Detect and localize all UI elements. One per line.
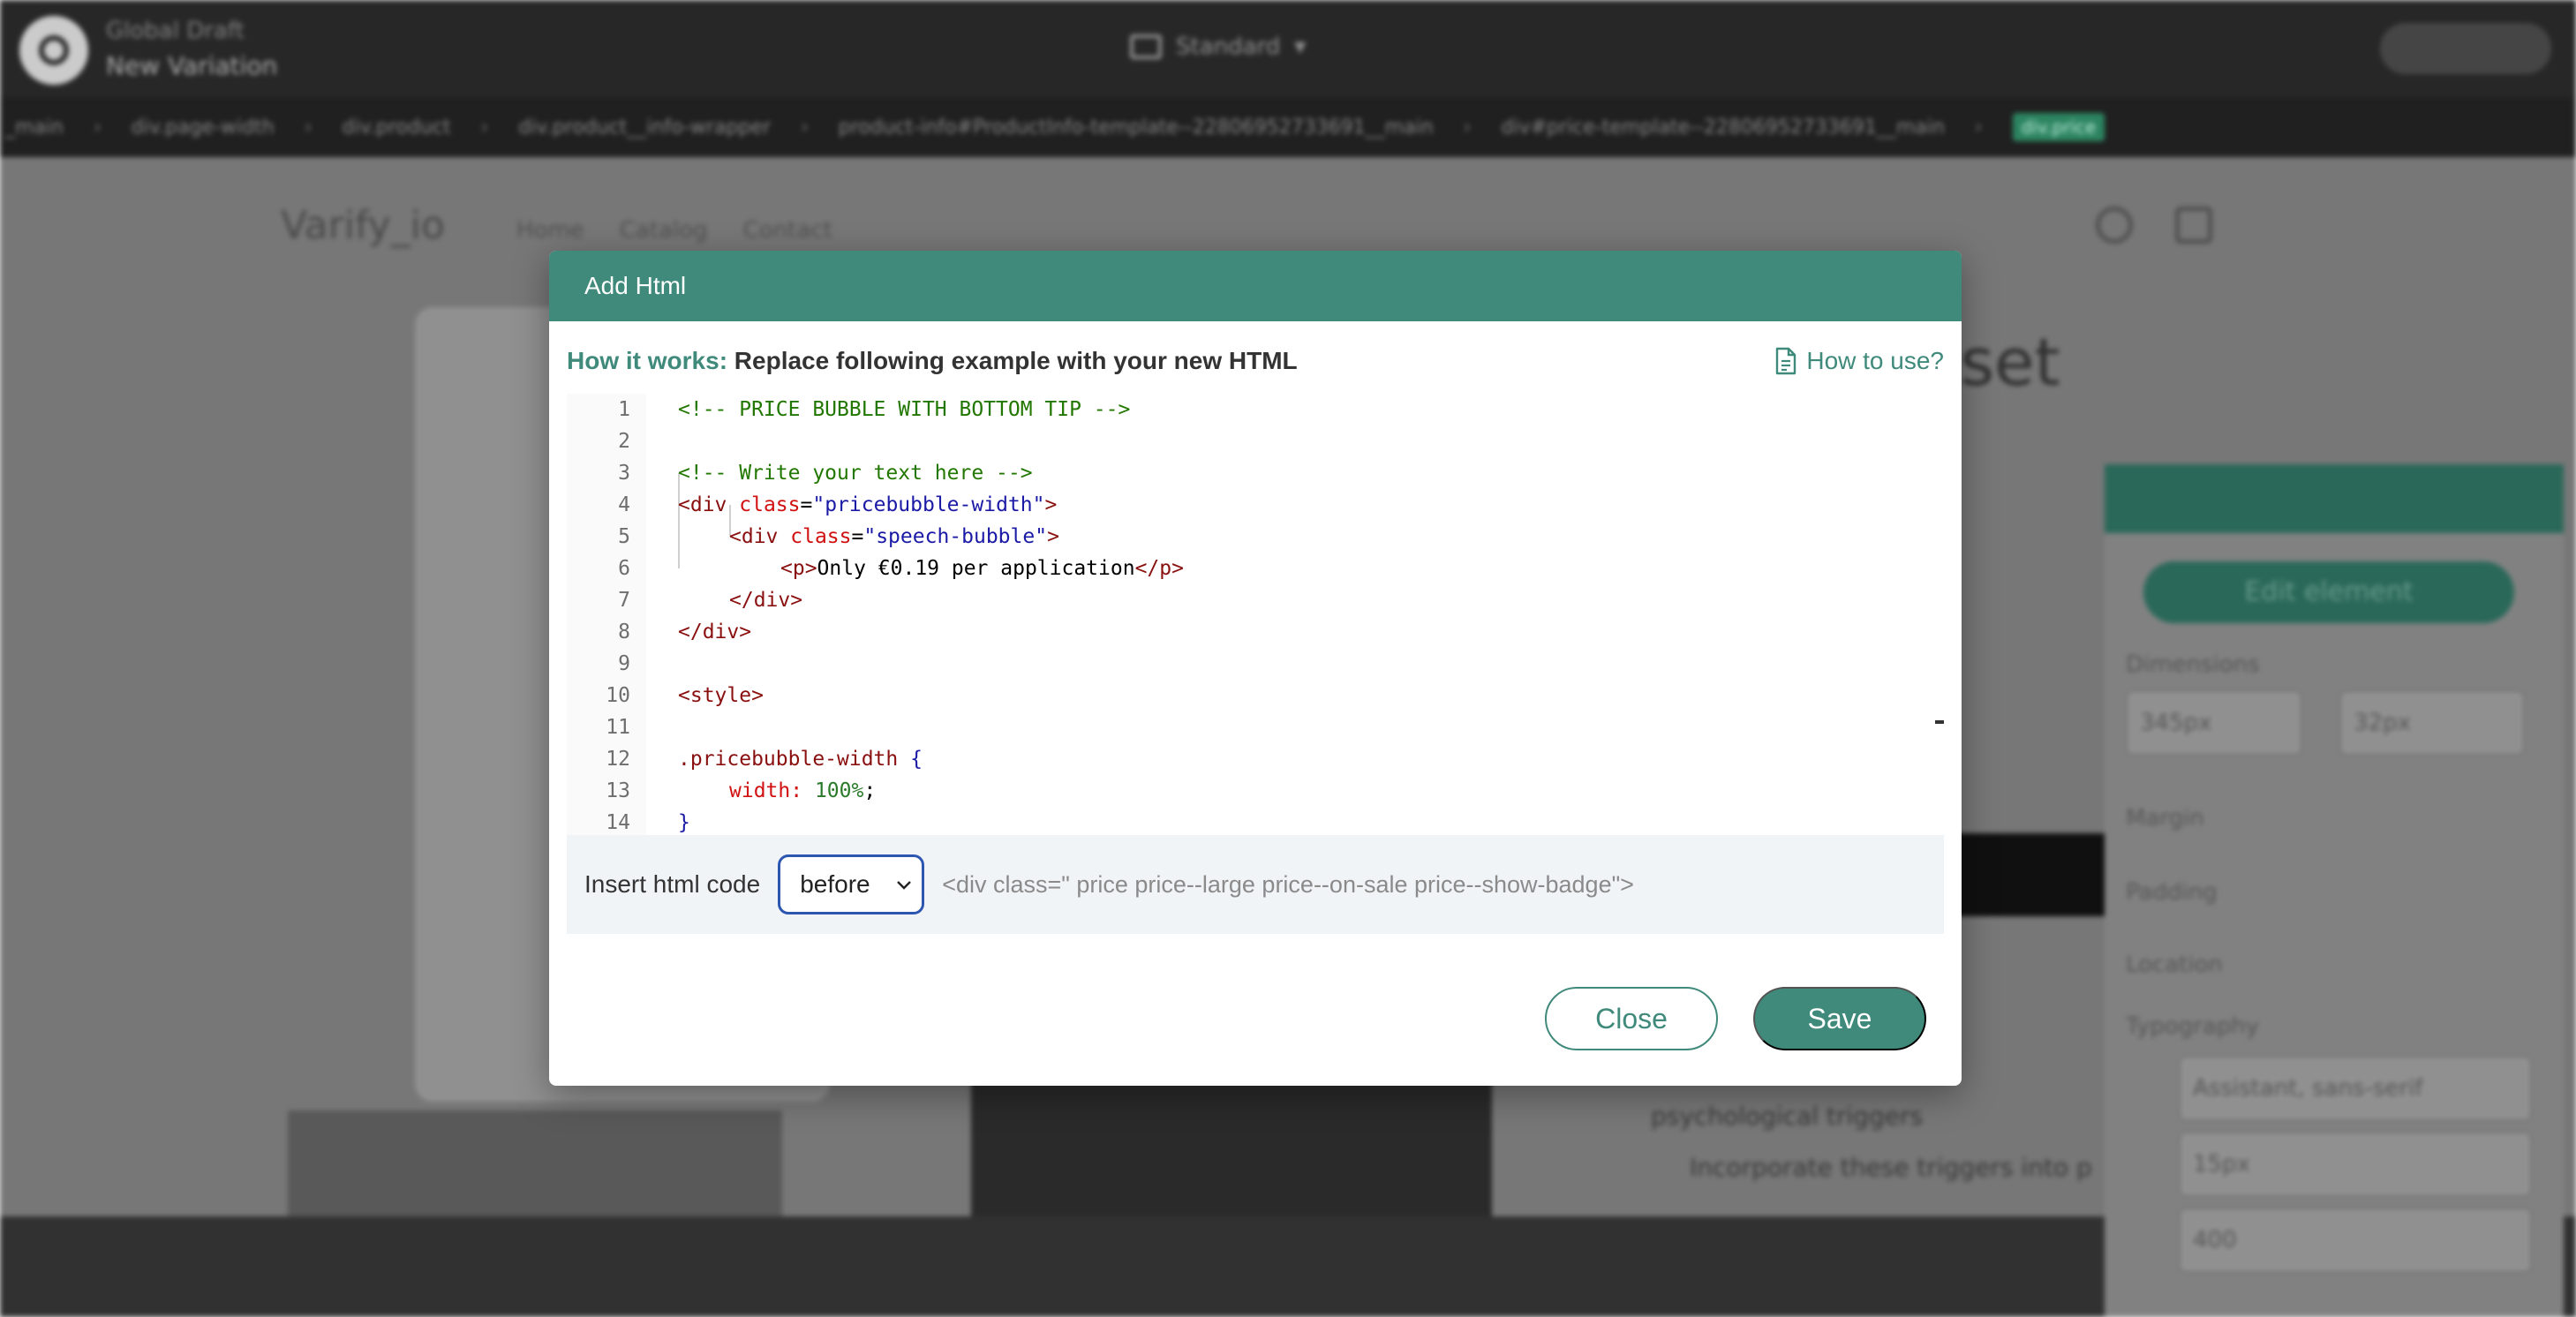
- line-number: 8: [618, 621, 630, 643]
- code-tag: <div: [678, 493, 727, 516]
- code-comment: <!-- Write your text here -->: [678, 462, 1033, 485]
- code-property: width:: [729, 779, 803, 802]
- code-line: 5 <div class="speech-bubble">: [567, 521, 1944, 553]
- code-tag: <p>: [780, 557, 817, 580]
- insert-position-row: Insert html code before <div class=" pri…: [567, 835, 1944, 934]
- line-number: 2: [618, 430, 630, 453]
- line-number: 9: [618, 652, 630, 675]
- code-line: 12 .pricebubble-width {: [567, 743, 1944, 775]
- how-it-works-text: Replace following example with your new …: [734, 347, 1298, 374]
- code-line: 6 <p>Only €0.19 per application</p>: [567, 553, 1944, 584]
- code-selector: .pricebubble-width: [678, 748, 899, 771]
- line-number: 5: [618, 525, 630, 548]
- line-number: 1: [618, 398, 630, 421]
- code-punct: =: [851, 525, 864, 548]
- line-number: 4: [618, 493, 630, 516]
- code-line: 4 <div class="pricebubble-width">: [567, 489, 1944, 521]
- code-tag: >: [1044, 493, 1058, 516]
- code-line: 10 <style>: [567, 680, 1944, 711]
- code-line: 2: [567, 425, 1944, 457]
- line-number: 10: [606, 684, 630, 707]
- insert-html-label: Insert html code: [584, 870, 761, 898]
- add-html-modal: Add Html How it works: Replace following…: [549, 251, 1962, 1086]
- code-tag: >: [1047, 525, 1059, 548]
- modal-header: Add Html: [549, 251, 1962, 321]
- code-line: 14 }: [567, 807, 1944, 835]
- code-string: "pricebubble-width": [812, 493, 1045, 516]
- how-to-use-label: How to use?: [1806, 347, 1944, 374]
- how-it-works-row: How it works: Replace following example …: [567, 339, 1944, 383]
- code-line: 1 <!-- PRICE BUBBLE WITH BOTTOM TIP -->: [567, 394, 1944, 425]
- line-number: 14: [606, 811, 630, 834]
- line-number: 13: [606, 779, 630, 802]
- line-number: 12: [606, 748, 630, 771]
- code-attr: class: [790, 525, 852, 548]
- code-text: Only €0.19 per application: [817, 557, 1135, 580]
- code-punct: =: [800, 493, 813, 516]
- code-line: 13 width: 100%;: [567, 775, 1944, 807]
- code-string: "speech-bubble": [863, 525, 1048, 548]
- code-tag: </div>: [678, 621, 752, 643]
- code-value: 100%: [814, 779, 864, 802]
- code-line: 3 <!-- Write your text here -->: [567, 457, 1944, 489]
- document-icon: [1776, 347, 1796, 375]
- insert-position-select[interactable]: before: [778, 854, 925, 914]
- code-brace: }: [678, 811, 690, 834]
- minimize-icon[interactable]: [1935, 720, 1944, 724]
- code-tag: <style>: [678, 684, 764, 707]
- code-line: 8 </div>: [567, 616, 1944, 648]
- code-line: 9: [567, 648, 1944, 680]
- code-comment: <!-- PRICE BUBBLE WITH BOTTOM TIP -->: [678, 398, 1131, 421]
- modal-title: Add Html: [584, 272, 687, 299]
- code-tag: </div>: [729, 589, 803, 612]
- code-tag: </p>: [1134, 557, 1184, 580]
- code-tag: <div: [729, 525, 779, 548]
- code-line: 11: [567, 711, 1944, 743]
- html-code-editor[interactable]: 1 <!-- PRICE BUBBLE WITH BOTTOM TIP --> …: [567, 394, 1944, 835]
- line-number: 3: [618, 462, 630, 485]
- code-line: 7 </div>: [567, 584, 1944, 616]
- line-number: 6: [618, 557, 630, 580]
- code-brace: {: [910, 748, 923, 771]
- insert-position-value: before: [800, 870, 870, 898]
- how-it-works-label: How it works:: [567, 347, 728, 374]
- how-to-use-link[interactable]: How to use?: [1774, 347, 1944, 375]
- line-number: 11: [606, 716, 630, 739]
- close-button[interactable]: Close: [1545, 987, 1718, 1050]
- save-button[interactable]: Save: [1753, 987, 1926, 1050]
- line-number: 7: [618, 589, 630, 612]
- chevron-down-icon: [897, 881, 912, 890]
- target-element-html: <div class=" price price--large price--o…: [942, 870, 1634, 898]
- code-attr: class: [739, 493, 801, 516]
- code-punct: ;: [863, 779, 877, 802]
